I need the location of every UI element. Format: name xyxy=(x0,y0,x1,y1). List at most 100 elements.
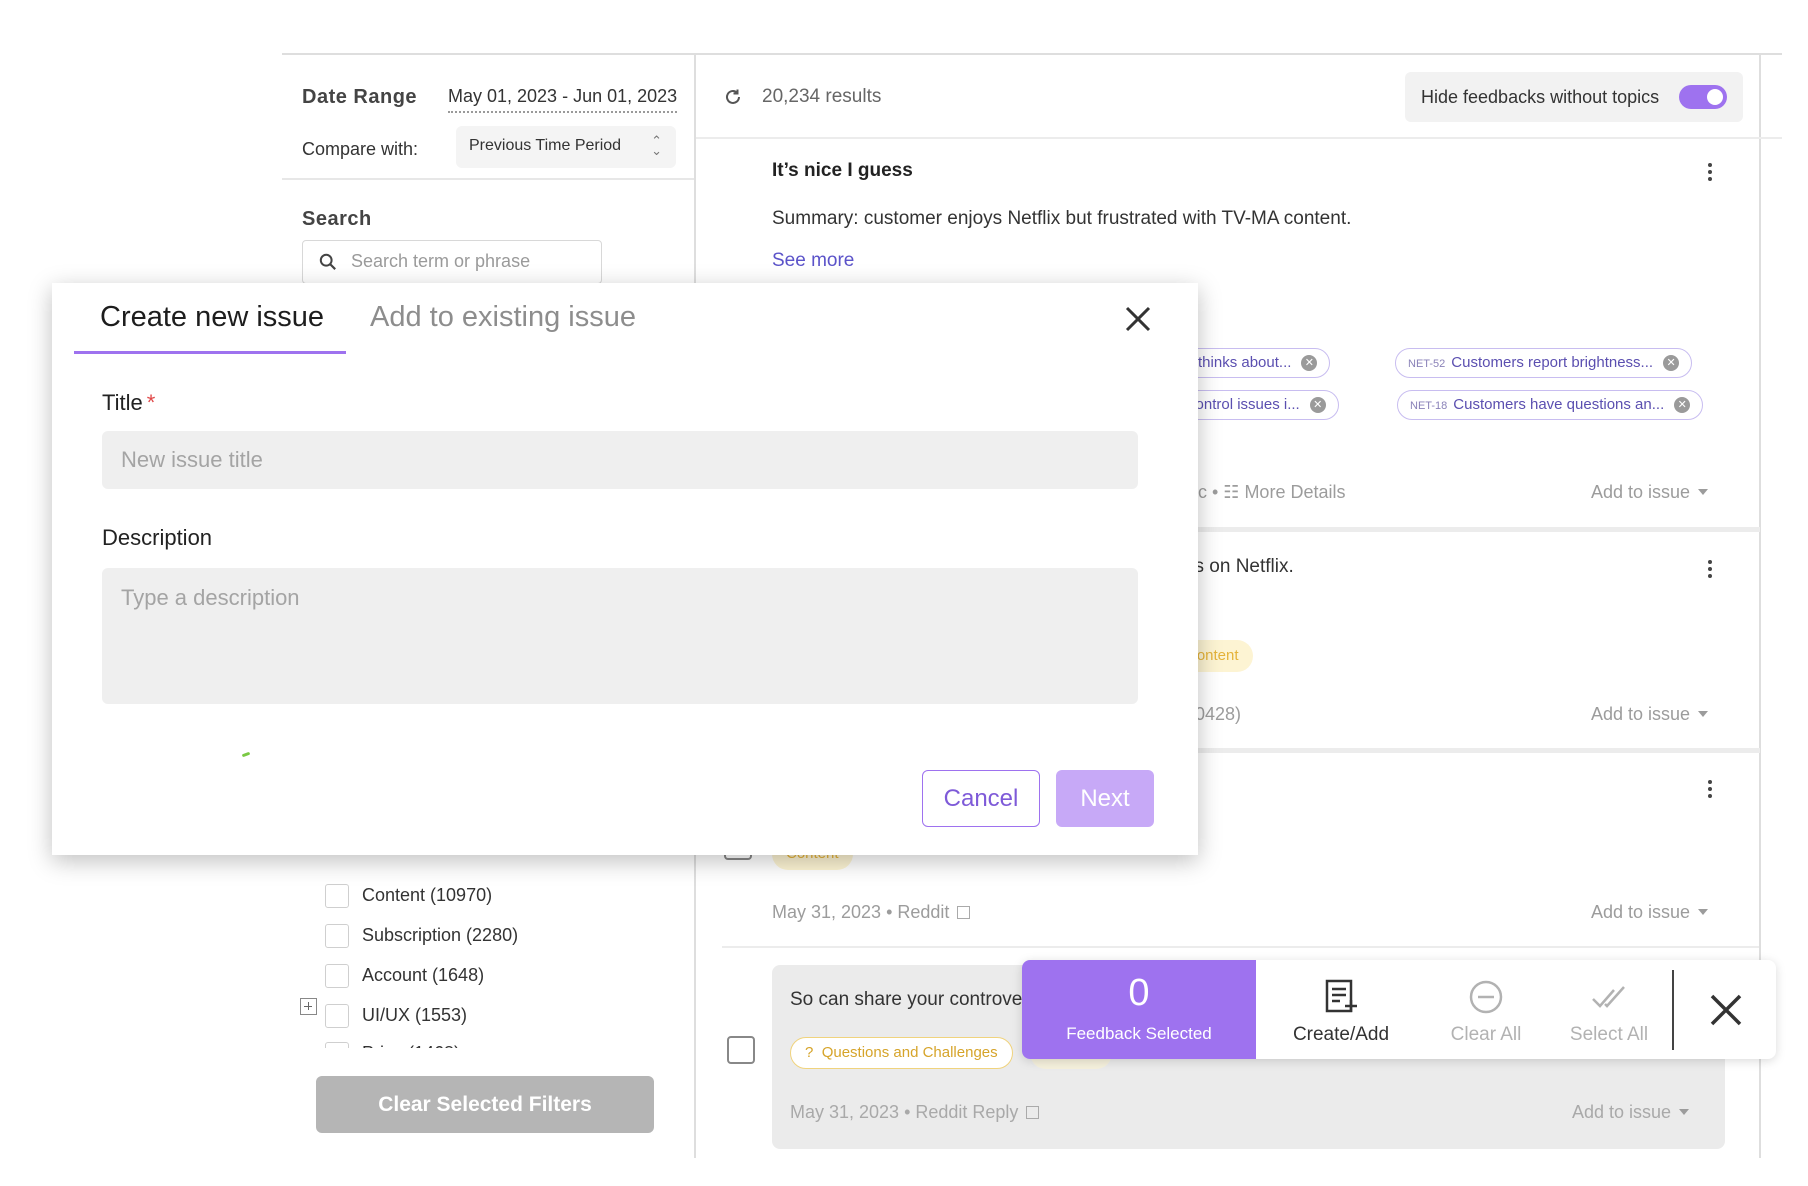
selected-label: Feedback Selected xyxy=(1066,1024,1212,1043)
search-input[interactable]: Search term or phrase xyxy=(302,240,602,284)
hide-feedbacks-toggle-container: Hide feedbacks without topics xyxy=(1405,72,1743,122)
results-count: 20,234 results xyxy=(762,86,882,107)
feedback-summary: Summary: customer enjoys Netflix but fru… xyxy=(772,208,1352,229)
tag-text: Customers report brightness... xyxy=(1451,354,1654,371)
tag-code: NET-18 xyxy=(1410,400,1448,412)
see-more-link[interactable]: See more xyxy=(772,250,854,272)
add-to-issue-label: Add to issue xyxy=(1591,704,1691,724)
question-icon: ? xyxy=(805,1044,814,1061)
caret-down-icon xyxy=(1698,489,1709,495)
add-to-issue-dropdown[interactable]: Add to issue xyxy=(1591,482,1709,503)
checkbox[interactable] xyxy=(325,964,349,988)
title-label-text: Title xyxy=(102,390,143,415)
search-placeholder: Search term or phrase xyxy=(351,251,531,271)
tag-text: Questions and Challenges xyxy=(821,1044,998,1061)
issue-title-input[interactable]: New issue title xyxy=(102,431,1138,489)
clear-all-button[interactable]: Clear All xyxy=(1426,960,1546,1059)
clear-all-icon xyxy=(1469,980,1503,1014)
list-clip xyxy=(282,1048,682,1074)
caret-down-icon xyxy=(1698,711,1709,717)
feedback-meta: May 31, 2023 • Reddit Reply xyxy=(790,1102,1040,1123)
create-add-button[interactable]: Create/Add xyxy=(1256,960,1426,1059)
create-add-label: Create/Add xyxy=(1292,1024,1390,1045)
tab-create-new-issue[interactable]: Create new issue xyxy=(100,301,324,334)
topic-tag[interactable]: NET-18 Customers have questions an... ✕ xyxy=(1397,390,1704,420)
cursor-mark xyxy=(241,751,251,758)
refresh-icon[interactable] xyxy=(723,87,743,107)
topic-label: Content (10970) xyxy=(362,885,493,905)
title-label: Title * xyxy=(102,390,155,416)
external-link-icon[interactable] xyxy=(1026,1106,1040,1119)
description-placeholder: Type a description xyxy=(121,585,300,610)
meta-date-source: May 31, 2023 • Reddit xyxy=(772,902,950,922)
selected-count: 0 xyxy=(1128,972,1150,1014)
hide-feedbacks-toggle[interactable] xyxy=(1679,85,1727,109)
compare-select[interactable]: Previous Time Period ⌃ ⌄ xyxy=(456,126,676,168)
clear-all-label: Clear All xyxy=(1450,1024,1522,1045)
date-range-picker[interactable]: May 01, 2023 - Jun 01, 2023 xyxy=(448,86,678,113)
close-icon[interactable] xyxy=(1124,305,1152,333)
action-bar-divider xyxy=(1672,970,1674,1050)
compare-label: Compare with: xyxy=(302,139,419,159)
select-all-label: Select All xyxy=(1569,1024,1649,1045)
add-to-issue-dropdown[interactable]: Add to issue xyxy=(1572,1102,1690,1123)
toggle-knob xyxy=(1707,89,1723,105)
feedback-meta[interactable]: sic • ☷ More Details xyxy=(1185,482,1345,503)
compare-select-value: Previous Time Period xyxy=(469,137,622,154)
questions-tag[interactable]: ? Questions and Challenges xyxy=(790,1037,1013,1069)
topic-label: UI/UX (1553) xyxy=(362,1005,468,1025)
external-link-icon[interactable] xyxy=(957,906,971,919)
remove-tag-icon[interactable]: ✕ xyxy=(1663,355,1680,371)
select-all-icon xyxy=(1592,986,1625,1008)
date-range-label: Date Range xyxy=(302,86,418,108)
search-icon xyxy=(319,253,336,270)
next-button[interactable]: Next xyxy=(1056,770,1154,827)
add-to-issue-label: Add to issue xyxy=(1591,482,1691,502)
hide-feedbacks-label: Hide feedbacks without topics xyxy=(1421,87,1660,107)
topic-label: Account (1648) xyxy=(362,965,485,985)
kebab-icon[interactable] xyxy=(1707,163,1713,185)
chevron-up-down-icon: ⌃ ⌄ xyxy=(651,133,662,158)
tag-code: NET-52 xyxy=(1408,358,1446,370)
tag-text: Customers have questions an... xyxy=(1453,396,1665,413)
tab-add-to-existing-issue[interactable]: Add to existing issue xyxy=(370,301,636,334)
selection-action-bar: 0 Feedback Selected Create/Add Clear All… xyxy=(1022,960,1776,1059)
cancel-button[interactable]: Cancel xyxy=(922,770,1040,827)
top-border xyxy=(282,53,1782,55)
card-divider xyxy=(722,946,1759,948)
kebab-icon[interactable] xyxy=(1707,560,1713,582)
feedback-checkbox[interactable] xyxy=(727,1036,755,1064)
add-to-issue-label: Add to issue xyxy=(1591,902,1691,922)
active-tab-indicator xyxy=(74,351,346,354)
clear-filters-button[interactable]: Clear Selected Filters xyxy=(316,1076,654,1133)
kebab-icon[interactable] xyxy=(1707,780,1713,802)
selected-count-panel: 0 Feedback Selected xyxy=(1022,960,1256,1059)
add-to-issue-label: Add to issue xyxy=(1572,1102,1672,1122)
remove-tag-icon[interactable]: ✕ xyxy=(1301,355,1318,371)
checkbox[interactable] xyxy=(325,1004,349,1028)
add-to-issue-dropdown[interactable]: Add to issue xyxy=(1591,704,1709,725)
caret-down-icon xyxy=(1679,1109,1690,1115)
remove-tag-icon[interactable]: ✕ xyxy=(1674,397,1691,413)
checkbox[interactable] xyxy=(325,884,349,908)
issue-description-textarea[interactable]: Type a description xyxy=(102,568,1138,704)
create-issue-icon xyxy=(1325,979,1357,1013)
select-all-button[interactable]: Select All xyxy=(1546,960,1672,1059)
description-label: Description xyxy=(102,525,213,550)
close-icon[interactable] xyxy=(1706,990,1746,1030)
required-mark: * xyxy=(146,390,156,415)
feedback-meta: May 31, 2023 • Reddit xyxy=(772,902,971,923)
feedback-title: It’s nice I guess xyxy=(772,160,913,181)
feedback-text: vs on Netflix. xyxy=(1185,556,1294,577)
feedback-snippet: So can share your controve xyxy=(790,989,1023,1010)
section-divider xyxy=(282,178,694,180)
add-to-issue-dropdown[interactable]: Add to issue xyxy=(1591,902,1709,923)
remove-tag-icon[interactable]: ✕ xyxy=(1309,397,1326,413)
topic-tag[interactable]: NET-52 Customers report brightness... ✕ xyxy=(1395,348,1693,378)
search-label: Search xyxy=(302,208,372,230)
checkbox[interactable] xyxy=(325,924,349,948)
create-issue-modal: Create new issue Add to existing issue T… xyxy=(52,283,1198,855)
topic-label: Subscription (2280) xyxy=(362,925,519,945)
caret-down-icon xyxy=(1698,909,1709,915)
expand-icon[interactable] xyxy=(300,998,317,1015)
